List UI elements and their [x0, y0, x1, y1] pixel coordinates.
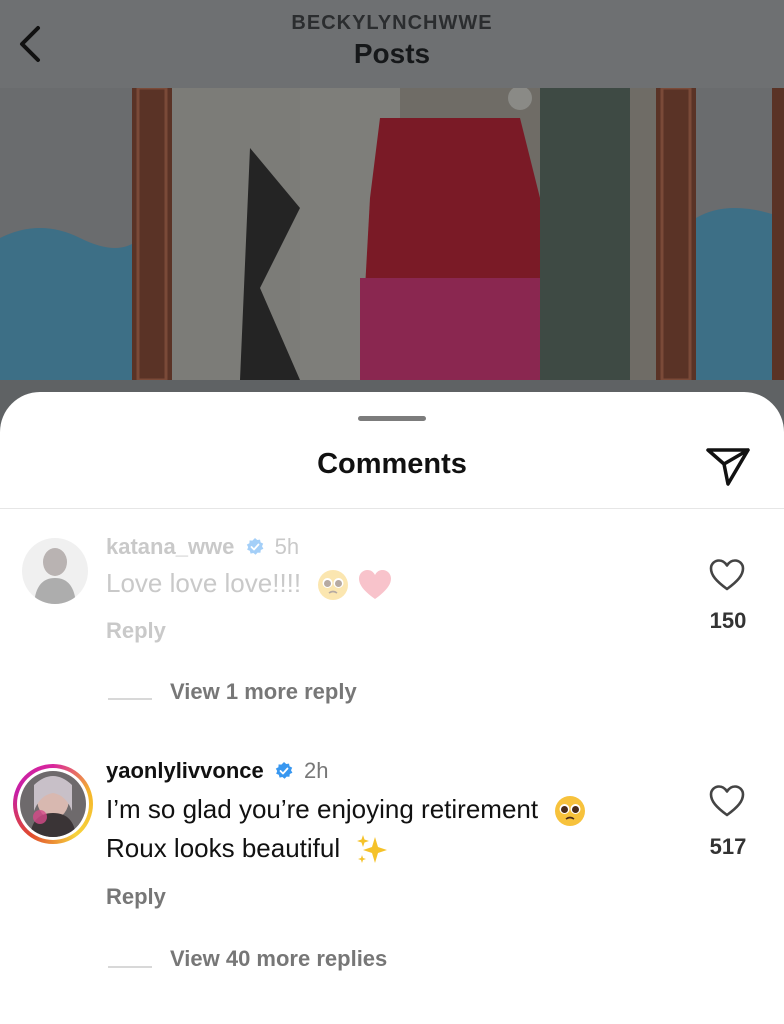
sheet-drag-handle[interactable]	[358, 416, 426, 421]
comment-body-line-2: Roux looks beautiful	[106, 833, 341, 863]
comment-body-line-1: I’m so glad you’re enjoying retirement	[106, 794, 539, 824]
comment-time: 5h	[274, 534, 300, 559]
view-more-replies-button[interactable]: View 1 more reply	[170, 679, 357, 705]
replies-line	[108, 966, 152, 968]
like-button[interactable]	[708, 558, 746, 592]
divider	[0, 508, 784, 509]
avatar-image	[20, 771, 86, 837]
post-image	[0, 88, 784, 380]
sparkles-emoji-icon	[357, 835, 388, 864]
comment-username[interactable]: yaonlylivvonce	[106, 758, 264, 783]
comment-line-2: Roux looks beautiful	[106, 829, 587, 868]
avatar-image	[22, 538, 88, 604]
like-button[interactable]	[708, 784, 746, 818]
post-photo[interactable]	[0, 88, 784, 380]
comment-username[interactable]: katana_wwe	[106, 534, 234, 559]
page-title: Posts	[353, 38, 431, 69]
avatar[interactable]	[20, 771, 86, 837]
send-icon	[706, 448, 750, 486]
view-more-replies-button[interactable]: View 40 more replies	[170, 946, 387, 972]
like-count: 150	[709, 608, 747, 633]
heart-icon	[709, 559, 745, 591]
comment-time: 2h	[304, 758, 329, 783]
verified-badge-icon	[275, 762, 293, 779]
heart-icon	[709, 785, 745, 817]
comment-header: yaonlylivvonce 2h	[106, 758, 328, 784]
comment-text: Love love love!!!!	[106, 564, 392, 603]
replies-line	[108, 698, 152, 700]
comments-sheet: Comments katana_wwe 5h Love love love!!!…	[0, 392, 784, 1024]
share-button[interactable]	[704, 442, 752, 488]
account-username-header: BECKYLYNCHWWE	[291, 12, 493, 34]
comment-text: I’m so glad you’re enjoying retirement R…	[106, 790, 587, 868]
reply-button[interactable]: Reply	[106, 884, 166, 910]
heart-emoji-icon	[358, 570, 391, 600]
like-count: 517	[709, 834, 747, 859]
comment-header: katana_wwe 5h	[106, 534, 299, 560]
pleading-face-emoji-icon	[318, 570, 349, 601]
story-ring[interactable]	[13, 764, 93, 844]
pleading-face-emoji-icon	[555, 796, 586, 827]
avatar[interactable]	[22, 538, 88, 604]
comments-title: Comments	[317, 448, 467, 480]
reply-button[interactable]: Reply	[106, 618, 166, 644]
top-bar: BECKYLYNCHWWE Posts	[0, 0, 784, 88]
verified-badge-icon	[246, 538, 263, 555]
comment-line-1: I’m so glad you’re enjoying retirement	[106, 790, 587, 829]
comment-body: Love love love!!!!	[106, 568, 302, 598]
